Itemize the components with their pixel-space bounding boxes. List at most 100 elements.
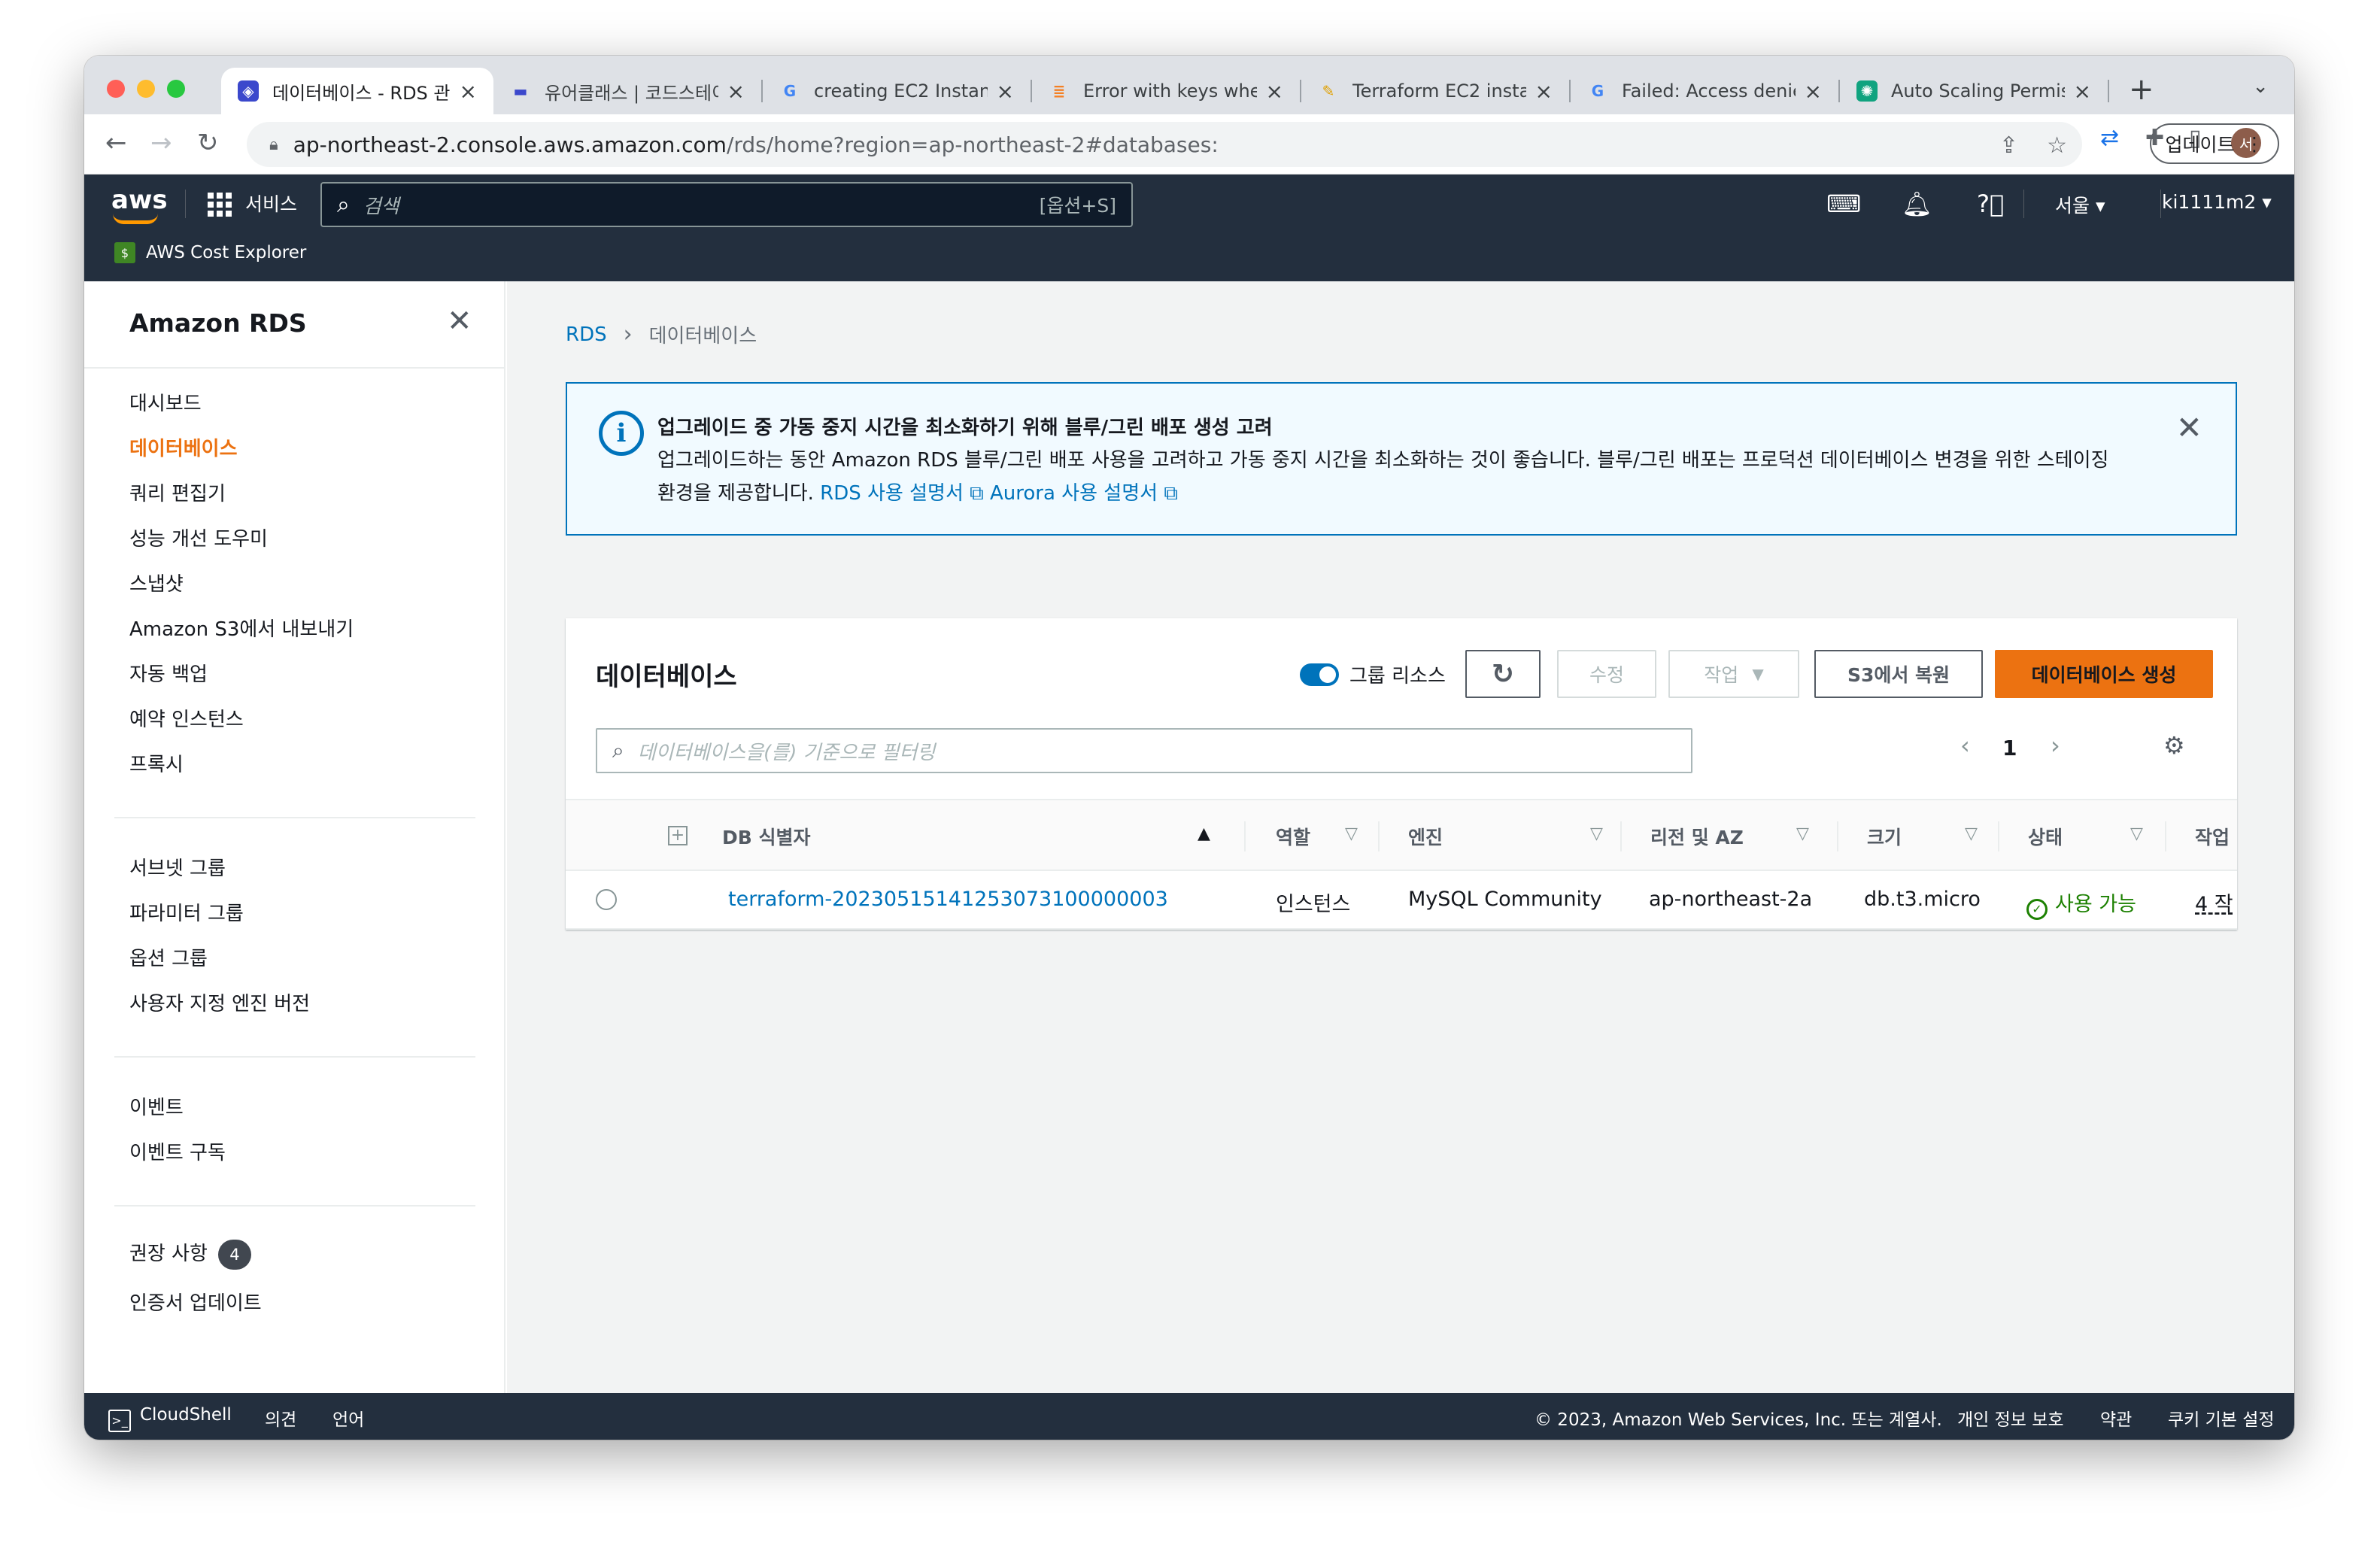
row-select-radio[interactable] bbox=[596, 889, 617, 910]
rds-sidebar: Amazon RDS ✕ 대시보드 데이터베이스 쿼리 편집기 성능 개선 도우… bbox=[84, 281, 505, 1393]
tab-google-ec2[interactable]: G creating EC2 Instance × bbox=[763, 68, 1031, 114]
close-tab-icon[interactable]: × bbox=[2074, 79, 2091, 104]
sidebar-item-recommendations[interactable]: 권장 사항 4 bbox=[129, 1238, 251, 1270]
sidebar-item-snapshots[interactable]: 스냅샷 bbox=[129, 569, 184, 596]
breadcrumb-rds-link[interactable]: RDS bbox=[566, 323, 607, 346]
col-db-identifier[interactable]: DB 식별자 bbox=[722, 823, 811, 850]
close-tab-icon[interactable]: × bbox=[1805, 79, 1822, 104]
google-icon: G bbox=[1591, 82, 1604, 100]
col-engine[interactable]: 엔진 bbox=[1408, 823, 1443, 850]
sort-icon[interactable]: ▽ bbox=[1590, 824, 1603, 843]
browser-window: ◈ 데이터베이스 - RDS 관리 × ▬ 유어클래스 | 코드스테이츠 × G… bbox=[84, 56, 2294, 1440]
table-header-row: + DB 식별자 ▲ 역할 ▽ 엔진 ▽ 리전 및 AZ ▽ 크기 ▽ 상태 ▽… bbox=[566, 799, 2237, 871]
sidebar-item-dashboard[interactable]: 대시보드 bbox=[129, 388, 202, 416]
forward-button[interactable]: → bbox=[150, 128, 172, 158]
group-resources-toggle[interactable] bbox=[1300, 663, 1339, 686]
sort-icon[interactable]: ▽ bbox=[1345, 824, 1358, 843]
col-role[interactable]: 역할 bbox=[1276, 823, 1310, 850]
address-bar[interactable]: 🔒︎ ap-northeast-2.console.aws.amazon.com… bbox=[247, 122, 2082, 167]
aurora-user-guide-link[interactable]: Aurora 사용 설명서 ⧉ bbox=[990, 482, 1178, 505]
sidebar-item-certificate-update[interactable]: 인증서 업데이트 bbox=[129, 1288, 262, 1316]
sort-icon[interactable]: ▽ bbox=[1796, 824, 1809, 843]
account-menu[interactable]: ki1111m2 ▾ bbox=[2162, 191, 2272, 213]
sort-ascending-icon[interactable]: ▲ bbox=[1198, 824, 1210, 843]
footer-privacy[interactable]: 개인 정보 보호 bbox=[1957, 1405, 2064, 1431]
footer-language[interactable]: 언어 bbox=[332, 1405, 364, 1431]
footer-cookies[interactable]: 쿠키 기본 설정 bbox=[2168, 1405, 2275, 1431]
col-status[interactable]: 상태 bbox=[2028, 823, 2063, 850]
tab-rds[interactable]: ◈ 데이터베이스 - RDS 관리 × bbox=[221, 68, 493, 114]
table-settings-gear-icon[interactable]: ⚙ bbox=[2163, 731, 2185, 760]
tab-search-chevron-icon[interactable]: ⌄ bbox=[2252, 75, 2269, 98]
sidebar-item-option-groups[interactable]: 옵션 그룹 bbox=[129, 943, 208, 971]
sidebar-item-automated-backups[interactable]: 자동 백업 bbox=[129, 659, 208, 687]
col-actions[interactable]: 작업 bbox=[2195, 823, 2230, 850]
database-filter-input[interactable]: ⌕ 데이터베이스을(를) 기준으로 필터링 bbox=[596, 728, 1692, 773]
db-identifier-link[interactable]: terraform-20230515141253073100000003 bbox=[728, 888, 1168, 911]
close-tab-icon[interactable]: × bbox=[1266, 79, 1283, 104]
tab-codestates[interactable]: ▬ 유어클래스 | 코드스테이츠 × bbox=[493, 68, 761, 114]
sort-icon[interactable]: ▽ bbox=[1965, 824, 1978, 843]
tab-terraform[interactable]: ✎ Terraform EC2 instance × bbox=[1301, 68, 1569, 114]
sidebar-item-exports-s3[interactable]: Amazon S3에서 내보내기 bbox=[129, 614, 354, 642]
zoom-window-button[interactable] bbox=[167, 80, 185, 98]
close-window-button[interactable] bbox=[107, 80, 125, 98]
previous-page-icon[interactable]: ‹ bbox=[1960, 731, 1970, 760]
expand-all-icon[interactable]: + bbox=[668, 826, 688, 845]
sidebar-item-event-subscriptions[interactable]: 이벤트 구독 bbox=[129, 1137, 226, 1165]
sidebar-item-query-editor[interactable]: 쿼리 편집기 bbox=[129, 478, 226, 506]
help-icon[interactable]: ?⃝ bbox=[1977, 190, 2004, 218]
close-tab-icon[interactable]: × bbox=[460, 79, 477, 104]
page-number[interactable]: 1 bbox=[2002, 736, 2017, 760]
close-tab-icon[interactable]: × bbox=[997, 79, 1014, 104]
close-sidebar-icon[interactable]: ✕ bbox=[447, 304, 472, 338]
footer-cloudshell[interactable]: >_ CloudShell bbox=[108, 1405, 232, 1432]
tab-autoscaling[interactable]: ✺ Auto Scaling Permissions × bbox=[1840, 68, 2108, 114]
new-tab-button[interactable]: + bbox=[2129, 72, 2154, 107]
breadcrumb: RDS › 데이터베이스 bbox=[566, 320, 757, 348]
sidebar-item-parameter-groups[interactable]: 파라미터 그룹 bbox=[129, 898, 244, 926]
notifications-bell-icon[interactable]: 🔔︎ bbox=[1902, 190, 1932, 218]
translate-icon[interactable]: ⇄ bbox=[2100, 125, 2119, 151]
cell-actions[interactable]: 4 작 bbox=[2195, 888, 2237, 917]
services-menu[interactable]: 서비스 bbox=[245, 190, 297, 217]
sidebar-item-reserved-instances[interactable]: 예약 인스턴스 bbox=[129, 704, 244, 732]
sidebar-item-events[interactable]: 이벤트 bbox=[129, 1092, 184, 1120]
create-database-button[interactable]: 데이터베이스 생성 bbox=[1995, 650, 2213, 698]
sort-icon[interactable]: ▽ bbox=[2130, 824, 2143, 843]
bookmark-star-icon[interactable]: ☆ bbox=[2047, 132, 2067, 159]
next-page-icon[interactable]: › bbox=[2051, 731, 2060, 760]
aws-logo[interactable]: aws bbox=[111, 185, 168, 215]
update-button[interactable]: 업데이트 ⋮ bbox=[2150, 123, 2279, 164]
restore-from-s3-button[interactable]: S3에서 복원 bbox=[1814, 650, 1983, 698]
sidebar-item-proxies[interactable]: 프록시 bbox=[129, 749, 184, 777]
sidebar-item-custom-engine-versions[interactable]: 사용자 지정 엔진 버전 bbox=[129, 988, 310, 1016]
modify-button[interactable]: 수정 bbox=[1557, 650, 1656, 698]
sidebar-item-subnet-groups[interactable]: 서브넷 그룹 bbox=[129, 853, 226, 881]
footer-copyright: © 2023, Amazon Web Services, Inc. 또는 계열사… bbox=[1535, 1410, 1942, 1430]
footer-terms[interactable]: 약관 bbox=[2100, 1405, 2132, 1431]
tab-google-access[interactable]: G Failed: Access denied × bbox=[1571, 68, 1838, 114]
cloudshell-icon[interactable]: ⌨ bbox=[1826, 190, 1861, 218]
footer-feedback[interactable]: 의견 bbox=[265, 1405, 296, 1431]
back-button[interactable]: ← bbox=[105, 128, 127, 158]
col-size[interactable]: 크기 bbox=[1867, 823, 1902, 850]
tab-stackoverflow[interactable]: ≣ Error with keys when × bbox=[1032, 68, 1300, 114]
actions-dropdown[interactable]: 작업 ▼ bbox=[1668, 650, 1799, 698]
reload-button[interactable]: ↻ bbox=[197, 128, 219, 158]
favorite-cost-explorer[interactable]: $ AWS Cost Explorer bbox=[114, 242, 306, 263]
close-tab-icon[interactable]: × bbox=[727, 79, 745, 104]
services-grid-icon[interactable] bbox=[208, 193, 232, 217]
dismiss-banner-icon[interactable]: ✕ bbox=[2176, 409, 2202, 446]
col-region-az[interactable]: 리전 및 AZ bbox=[1650, 823, 1744, 850]
minimize-window-button[interactable] bbox=[137, 80, 155, 98]
table-row[interactable]: terraform-20230515141253073100000003 인스턴… bbox=[566, 871, 2237, 930]
share-icon[interactable]: ⇪ bbox=[1999, 132, 2018, 159]
refresh-button[interactable]: ↻ bbox=[1465, 650, 1541, 698]
region-selector[interactable]: 서울 ▾ bbox=[2055, 191, 2105, 218]
sidebar-item-performance-insights[interactable]: 성능 개선 도우미 bbox=[129, 524, 268, 551]
aws-search-input[interactable]: ⌕ 검색 [옵션+S] bbox=[320, 182, 1133, 227]
close-tab-icon[interactable]: × bbox=[1535, 79, 1553, 104]
rds-user-guide-link[interactable]: RDS 사용 설명서 ⧉ bbox=[820, 482, 984, 505]
sidebar-item-databases[interactable]: 데이터베이스 bbox=[129, 433, 238, 461]
